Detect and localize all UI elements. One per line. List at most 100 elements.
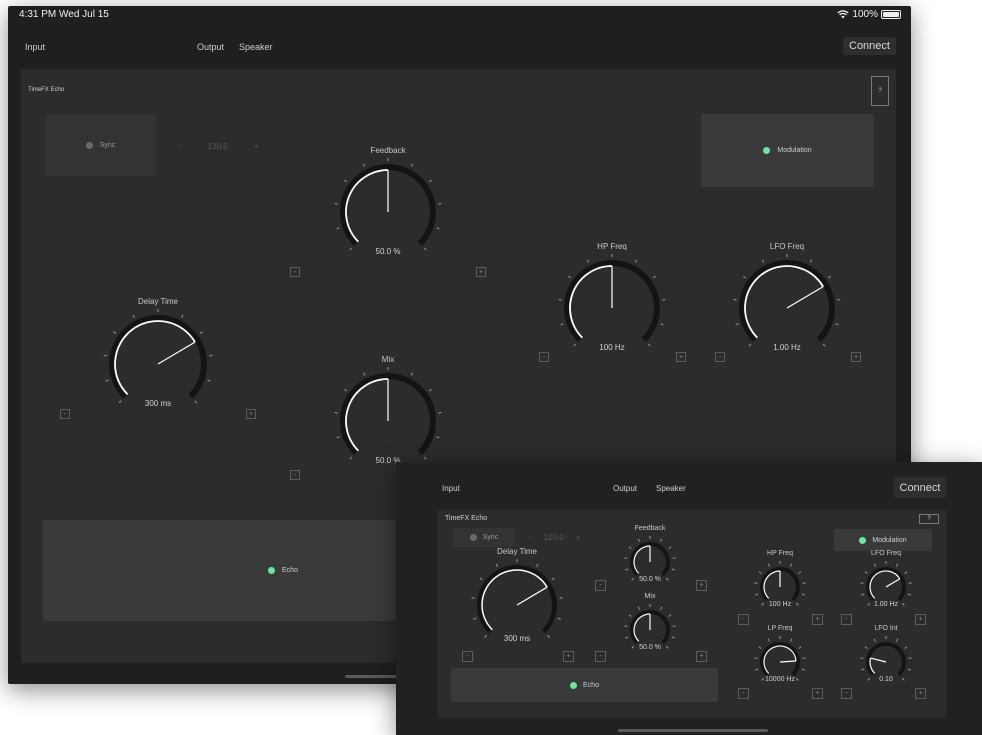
knob-tick: [207, 379, 211, 382]
lfo-freq-plus-button[interactable]: +: [851, 352, 861, 362]
bpm-minus-button[interactable]: -: [179, 142, 182, 151]
feedback-label: Feedback: [370, 146, 406, 155]
knob-tick: [801, 593, 805, 596]
mix-value: 50.0 %: [639, 644, 661, 652]
feedback-plus-button[interactable]: +: [476, 267, 486, 277]
knob-tick: [536, 563, 539, 567]
knob-tick: [436, 227, 440, 230]
knob-tick: [668, 614, 672, 617]
feedback-minus-button[interactable]: -: [595, 580, 606, 591]
connect-button[interactable]: Connect: [894, 477, 946, 498]
knob-tick: [659, 538, 663, 542]
modulation-toggle[interactable]: Modulation: [701, 114, 874, 187]
sync-indicator-led: [85, 141, 93, 149]
knob-tick: [761, 677, 765, 681]
feedback-value: 50.0 %: [375, 246, 401, 256]
lfo-freq-dial[interactable]: [854, 555, 918, 619]
knob-pointer: [516, 586, 548, 606]
feedback-plus-button[interactable]: +: [696, 580, 707, 591]
knob-track: [109, 315, 207, 399]
sync-toggle[interactable]: Sync: [453, 528, 515, 547]
knob-tick: [625, 636, 629, 639]
knob-tick: [199, 331, 203, 334]
tab-output[interactable]: Output: [197, 42, 224, 52]
knob-track: [739, 260, 835, 342]
knob-tick: [767, 563, 771, 567]
lfo-int-minus-button[interactable]: -: [841, 688, 852, 699]
lfo-freq-value: 1.00 Hz: [873, 601, 899, 609]
lp-freq-label: LP Freq: [767, 625, 793, 632]
bpm-plus-button[interactable]: +: [576, 533, 581, 542]
mix-label: Mix: [644, 593, 656, 600]
feedback-dial[interactable]: [618, 530, 682, 594]
connect-button[interactable]: Connect: [843, 37, 896, 55]
knob-tick: [795, 677, 799, 681]
knob-tick: [755, 593, 759, 596]
knob-tick: [873, 563, 877, 567]
knob-tick: [755, 668, 759, 671]
knob-pointer: [885, 578, 901, 588]
lfo-freq-value: 1.00 Hz: [773, 342, 801, 352]
knob-tick: [895, 638, 899, 642]
knob-tick: [864, 646, 868, 649]
help-button[interactable]: ?: [919, 514, 939, 524]
mix-dial[interactable]: [618, 598, 682, 662]
lp-freq-plus-button[interactable]: +: [812, 688, 823, 699]
knob-pointer: [786, 286, 824, 309]
lfo-int-value: 0.10: [879, 676, 893, 684]
home-indicator: [618, 729, 768, 732]
knob-tick: [758, 571, 762, 574]
help-button[interactable]: ?: [871, 76, 889, 106]
lfo-int-dial[interactable]: [854, 630, 918, 694]
lfo-freq-minus-button[interactable]: -: [715, 352, 725, 362]
mix-minus-button[interactable]: -: [595, 651, 606, 662]
delay-time-value: 300 ms: [503, 633, 531, 643]
knob-tick: [105, 379, 109, 382]
echo-toggle[interactable]: Echo: [451, 668, 718, 702]
panel-title: TimeFX Echo: [445, 515, 488, 522]
delay-time-label: Delay Time: [496, 547, 538, 556]
knob-tick: [349, 247, 353, 251]
knob-tick: [748, 343, 752, 347]
feedback-minus-button[interactable]: -: [290, 267, 300, 277]
knob-tick: [789, 638, 793, 642]
delay-time-minus-button[interactable]: -: [60, 409, 70, 419]
knob-tick: [665, 645, 669, 649]
tab-input[interactable]: Input: [442, 484, 460, 493]
mix-label: Mix: [381, 355, 395, 364]
modulation-label: Modulation: [777, 147, 812, 154]
hp-freq-plus-button[interactable]: +: [676, 352, 686, 362]
sync-toggle[interactable]: Sync: [45, 114, 156, 176]
bpm-stepper: - 120.0 +: [529, 533, 580, 542]
knob-tick: [628, 614, 632, 617]
echo-label: Echo: [583, 681, 599, 689]
knob-tick: [113, 331, 117, 334]
tab-speaker[interactable]: Speaker: [239, 42, 273, 52]
hp-freq-minus-button[interactable]: -: [539, 352, 549, 362]
tab-output[interactable]: Output: [613, 484, 637, 493]
bpm-minus-button[interactable]: -: [529, 533, 532, 542]
delay-time-plus-button[interactable]: +: [246, 409, 256, 419]
mix-plus-button[interactable]: +: [696, 651, 707, 662]
knob-tick: [659, 606, 663, 610]
knob-tick: [907, 593, 911, 596]
knob-tick: [484, 635, 487, 638]
knob-tick: [901, 677, 905, 681]
mix-minus-button[interactable]: -: [290, 470, 300, 480]
knob-tick: [801, 668, 805, 671]
knob-tick: [652, 275, 656, 279]
bpm-stepper: - 120.0 +: [179, 142, 258, 151]
knob-tick: [762, 259, 765, 263]
feedback-label: Feedback: [634, 525, 666, 532]
knob-tick: [798, 646, 802, 649]
knob-tick: [479, 577, 483, 581]
tab-speaker[interactable]: Speaker: [656, 484, 686, 493]
hp-freq-plus-button[interactable]: +: [812, 614, 823, 625]
lp-freq-dial[interactable]: [748, 630, 812, 694]
modulation-toggle[interactable]: Modulation: [834, 529, 932, 551]
lfo-freq-minus-button[interactable]: -: [841, 614, 852, 625]
hp-freq-dial[interactable]: [748, 555, 812, 619]
tab-input[interactable]: Input: [25, 42, 45, 52]
knob-tick: [904, 646, 908, 649]
bpm-plus-button[interactable]: +: [254, 142, 259, 151]
